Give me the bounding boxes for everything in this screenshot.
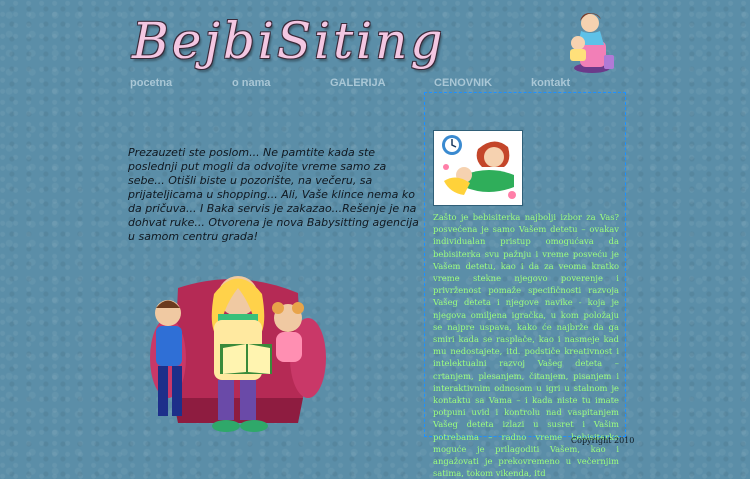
copyright: Copyright 2010 xyxy=(571,436,635,445)
babysitter-clipart xyxy=(433,130,523,206)
site-logo[interactable]: BejbiSiting xyxy=(132,6,532,76)
nav-galerija[interactable]: GALERIJA xyxy=(330,77,386,89)
nav-kontakt[interactable]: kontakt xyxy=(531,77,570,89)
nav-cenovnik[interactable]: CENOVNIK xyxy=(434,77,492,89)
mother-reading-clipart xyxy=(150,276,326,432)
main-nav: pocetna o nama GALERIJA CENOVNIK kontakt xyxy=(0,77,750,93)
intro-text: Prezauzeti ste poslom... Ne pamtite kada… xyxy=(128,146,419,243)
mom-child-clipart xyxy=(570,13,614,73)
nav-pocetna[interactable]: pocetna xyxy=(130,77,172,89)
side-panel: Zašto je bebisiterka najbolji izbor za V… xyxy=(424,92,626,478)
nav-o-nama[interactable]: o nama xyxy=(232,77,271,89)
